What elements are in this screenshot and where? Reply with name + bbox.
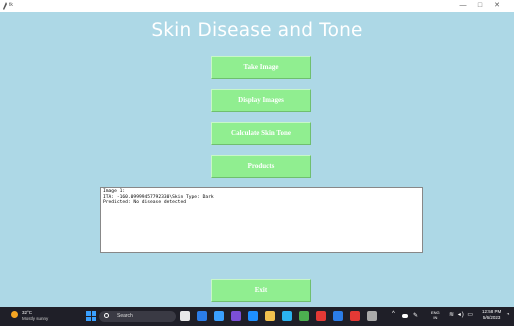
edge-icon[interactable] <box>299 311 309 321</box>
file-explorer-icon[interactable] <box>248 311 258 321</box>
copilot-icon[interactable] <box>180 311 190 321</box>
clock-date: 5/6/2023 <box>482 315 501 320</box>
products-button[interactable]: Products <box>211 155 311 178</box>
chrome-icon[interactable] <box>282 311 292 321</box>
region-code: IN <box>433 315 438 320</box>
taskbar: 32°C Mostly sunny Search ^ ✎ ENG IN ≋ ◂)… <box>0 307 514 326</box>
search-label: Search <box>117 313 133 319</box>
pen-icon[interactable]: ✎ <box>413 312 418 319</box>
tk-feather-icon <box>3 2 7 10</box>
windows-start-icon[interactable] <box>86 311 96 321</box>
result-line: Predicted: No disease detected <box>103 200 186 206</box>
cortana-icon[interactable] <box>265 311 275 321</box>
tray-overflow-icon[interactable]: ^ <box>392 311 395 317</box>
task-view-icon[interactable] <box>197 311 207 321</box>
search-icon <box>104 313 109 318</box>
tk-app-icon[interactable] <box>367 311 377 321</box>
app-window: tk — □ ✕ Skin Disease and Tone Take Imag… <box>0 0 514 326</box>
app-icon[interactable] <box>316 311 326 321</box>
clock[interactable]: 12:58 PM 5/6/2023 <box>482 309 501 321</box>
weather-sun-icon[interactable] <box>11 311 18 318</box>
take-image-button[interactable]: Take Image <box>211 56 311 79</box>
result-text-area[interactable]: Image 1: ITA: -160.09999457792330\Skin T… <box>100 187 423 253</box>
store-icon[interactable] <box>231 311 241 321</box>
window-title: tk <box>9 2 13 8</box>
page-title: Skin Disease and Tone <box>151 20 363 41</box>
notification-icon[interactable]: ◔ <box>506 312 510 318</box>
onedrive-icon[interactable] <box>402 314 408 318</box>
chat-icon[interactable] <box>214 311 224 321</box>
maximize-button[interactable]: □ <box>472 0 488 12</box>
exit-button[interactable]: Exit <box>211 279 311 302</box>
minimize-button[interactable]: — <box>455 0 471 12</box>
weather-description[interactable]: Mostly sunny <box>22 316 48 321</box>
taskbar-search[interactable]: Search <box>99 311 176 322</box>
weather-temperature[interactable]: 32°C <box>22 310 32 315</box>
language-indicator[interactable]: ENG IN <box>431 310 440 320</box>
network-volume-battery-icons[interactable]: ≋ ◂) ▭ <box>449 311 474 318</box>
display-images-button[interactable]: Display Images <box>211 89 311 112</box>
close-button[interactable]: ✕ <box>489 0 505 12</box>
vscode-icon[interactable] <box>333 311 343 321</box>
title-bar: tk — □ ✕ <box>0 0 514 12</box>
calculate-skin-tone-button[interactable]: Calculate Skin Tone <box>211 122 311 145</box>
python-icon[interactable] <box>350 311 360 321</box>
